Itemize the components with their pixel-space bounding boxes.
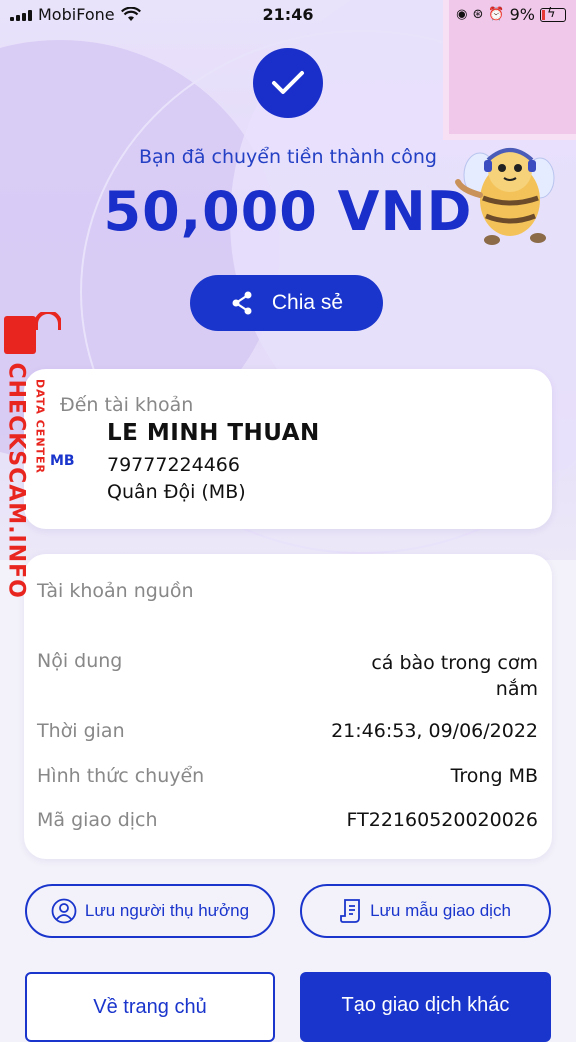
method-label: Hình thức chuyển xyxy=(37,765,205,787)
content-value: cá bào trong cơm nắm xyxy=(371,652,538,700)
transaction-details-card: Tài khoản nguồn Nội dung cá bào trong cơ… xyxy=(24,554,552,859)
user-icon xyxy=(51,898,77,924)
time-label: Thời gian xyxy=(37,720,125,742)
watermark-subtext: DATA CENTER xyxy=(33,378,47,475)
new-transaction-label: Tạo giao dịch khác xyxy=(341,994,510,1016)
share-icon xyxy=(232,291,252,315)
recipient-card: Đến tài khoản MB LE MINH THUAN 797772244… xyxy=(24,369,552,529)
bank-logo: MB xyxy=(50,453,75,469)
recipient-name: LE MINH THUAN xyxy=(107,420,320,446)
method-value: Trong MB xyxy=(450,765,538,787)
home-button[interactable]: Về trang chủ xyxy=(25,972,275,1042)
time-value: 21:46:53, 09/06/2022 xyxy=(331,720,538,742)
share-label: Chia sẻ xyxy=(271,291,344,314)
rotation-lock-icon: ⊛ xyxy=(472,7,484,22)
save-template-button[interactable]: Lưu mẫu giao dịch xyxy=(300,884,551,938)
document-icon xyxy=(340,899,360,923)
status-bar: MobiFone 21:46 ◉ ⊛ ⏰ 9% ϟ xyxy=(0,0,576,30)
watermark-lock-icon xyxy=(4,312,61,354)
content-label: Nội dung xyxy=(37,650,123,672)
bee-mascot-icon xyxy=(455,148,555,245)
battery-percent: 9% xyxy=(509,5,535,24)
transaction-code-value: FT22160520020026 xyxy=(346,809,538,831)
save-template-label: Lưu mẫu giao dịch xyxy=(370,901,511,920)
watermark-text: CHECKSCAM.INFO xyxy=(3,362,29,599)
save-payee-label: Lưu người thụ hưởng xyxy=(84,901,250,920)
location-icon: ◉ xyxy=(456,7,468,22)
recipient-bank: Quân Đội (MB) xyxy=(107,481,246,503)
share-button[interactable]: Chia sẻ xyxy=(190,275,383,331)
success-check-icon xyxy=(253,48,323,118)
transaction-code-label: Mã giao dịch xyxy=(37,809,158,831)
new-transaction-button[interactable]: Tạo giao dịch khác xyxy=(300,972,551,1042)
save-payee-button[interactable]: Lưu người thụ hưởng xyxy=(25,884,275,938)
battery-icon: ϟ xyxy=(540,6,566,22)
source-account-label: Tài khoản nguồn xyxy=(37,580,194,602)
recipient-label: Đến tài khoản xyxy=(60,394,194,416)
alarm-icon: ⏰ xyxy=(488,7,505,22)
home-label: Về trang chủ xyxy=(93,996,207,1018)
recipient-account-number: 79777224466 xyxy=(107,454,240,476)
